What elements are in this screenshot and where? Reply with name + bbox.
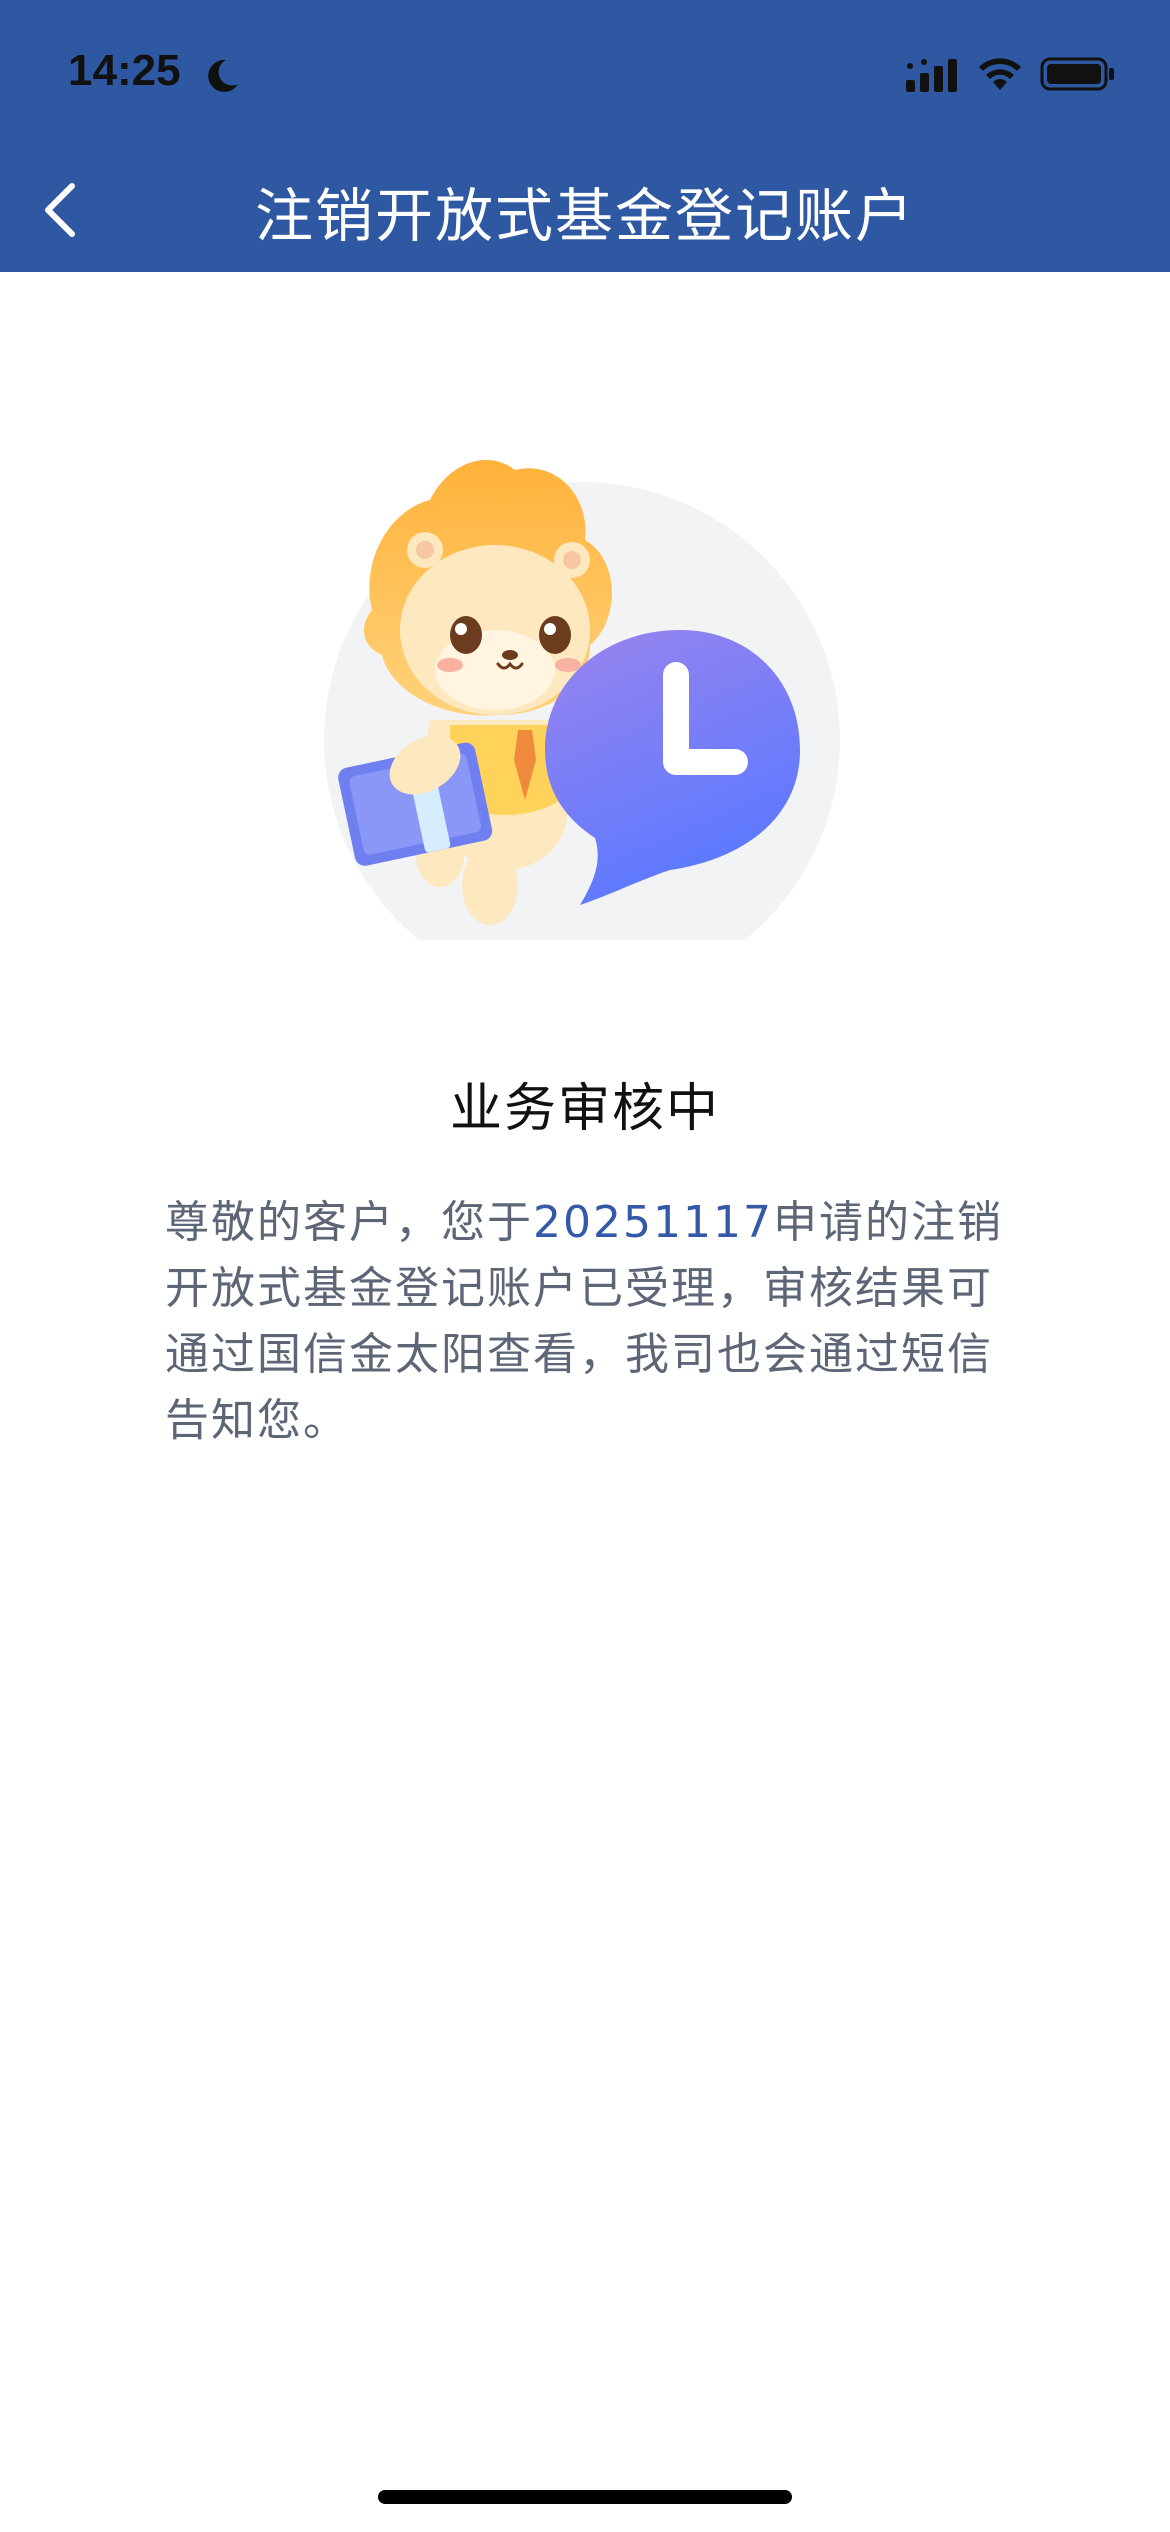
nav-bar: 注销开放式基金登记账户 [0, 150, 1170, 272]
application-date: 20251117 [533, 1197, 773, 1248]
header: 14:25 注销开放式基金登记账户 [0, 0, 1170, 272]
chevron-left-icon [45, 183, 75, 237]
status-message: 尊敬的客户，您于20251117申请的注销开放式基金登记账户已受理，审核结果可通… [165, 1190, 1005, 1454]
wifi-icon [979, 58, 1021, 90]
status-title: 业务审核中 [449, 1079, 720, 1139]
page-title: 注销开放式基金登记账户 [254, 182, 915, 250]
status-bar: 14:25 [0, 0, 1170, 150]
home-indicator[interactable] [378, 2490, 792, 2504]
cellular-signal-icon [906, 59, 957, 92]
status-time: 14:25 [68, 46, 181, 95]
review-illustration [324, 460, 840, 940]
back-button[interactable] [20, 170, 100, 250]
moon-icon [208, 59, 238, 92]
battery-icon [1040, 57, 1114, 91]
message-prefix: 尊敬的客户，您于 [165, 1197, 533, 1248]
